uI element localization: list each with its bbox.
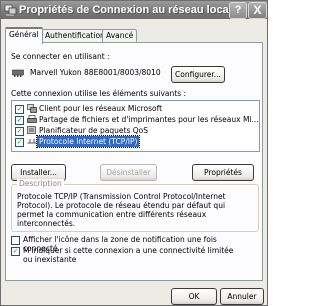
qos-scheduler-icon	[27, 126, 36, 134]
connect-using-label: Se connecter en utilisant :	[11, 52, 110, 61]
adapter-name: Marvell Yukon 88E8001/8003/8010	[30, 68, 161, 77]
notify-limited-label: M'indiquer si cette connexion a une conn…	[23, 246, 234, 264]
item-checkbox[interactable]: ✓	[15, 127, 24, 136]
printer-share-icon	[27, 115, 37, 123]
protocol-icon	[27, 139, 37, 144]
window-title: Propriétés de Connexion au réseau local	[19, 4, 232, 16]
list-item[interactable]: ✓ Client pour les réseaux Microsoft	[12, 103, 259, 114]
close-button[interactable]: X	[248, 2, 267, 19]
description-line: permet la communication entre différents…	[17, 210, 207, 219]
ok-button[interactable]: OK	[171, 288, 217, 305]
description-line: Protocol). Le protocole de réseau étendu…	[17, 201, 226, 210]
show-icon-checkbox[interactable]	[11, 236, 20, 245]
help-button[interactable]: ?	[229, 2, 247, 19]
notify-limited-checkbox[interactable]: ✓	[11, 247, 20, 256]
item-label: Partage de fichiers et d'imprimantes pou…	[39, 115, 259, 124]
list-item[interactable]: ✓ Partage de fichiers et d'imprimantes p…	[12, 114, 259, 125]
description-group: Description Protocole TCP/IP (Transmissi…	[11, 179, 259, 232]
configure-button[interactable]: Configurer...	[171, 66, 225, 83]
items-label: Cette connexion utilise les éléments sui…	[11, 89, 187, 98]
item-label: Planificateur de paquets QoS	[39, 126, 148, 135]
properties-button[interactable]: Propriétés	[192, 164, 254, 181]
description-title: Description	[17, 179, 64, 188]
network-connection-icon	[4, 4, 17, 16]
properties-dialog: Propriétés de Connexion au réseau local …	[0, 0, 268, 306]
tab-general[interactable]: Général	[5, 27, 43, 44]
adapter-field: Marvell Yukon 88E8001/8003/8010	[12, 65, 162, 81]
uninstall-button[interactable]: Désinstaller	[100, 164, 157, 181]
cancel-button[interactable]: Annuler	[220, 288, 264, 305]
network-client-icon	[27, 104, 37, 113]
description-text: Protocole TCP/IP (Transmission Control P…	[17, 192, 251, 228]
list-item[interactable]: ✓ Planificateur de paquets QoS	[12, 125, 259, 136]
network-card-icon	[12, 69, 24, 77]
description-line: interconnectés.	[17, 219, 76, 228]
item-checkbox[interactable]: ✓	[15, 116, 24, 125]
description-line: Protocole TCP/IP (Transmission Control P…	[17, 192, 226, 201]
tab-authentication[interactable]: Authentification	[41, 29, 109, 42]
item-checkbox[interactable]: ✓	[15, 138, 24, 147]
list-item[interactable]: ✓ Protocole Internet (TCP/IP)	[12, 135, 259, 148]
components-list[interactable]: ✓ Client pour les réseaux Microsoft ✓ Pa…	[11, 100, 260, 152]
item-checkbox[interactable]: ✓	[15, 105, 24, 114]
tab-advanced[interactable]: Avancé	[102, 29, 138, 42]
item-label: Protocole Internet (TCP/IP)	[35, 135, 141, 148]
title-bar[interactable]: Propriétés de Connexion au réseau local …	[1, 1, 267, 19]
item-label: Client pour les réseaux Microsoft	[39, 104, 163, 113]
